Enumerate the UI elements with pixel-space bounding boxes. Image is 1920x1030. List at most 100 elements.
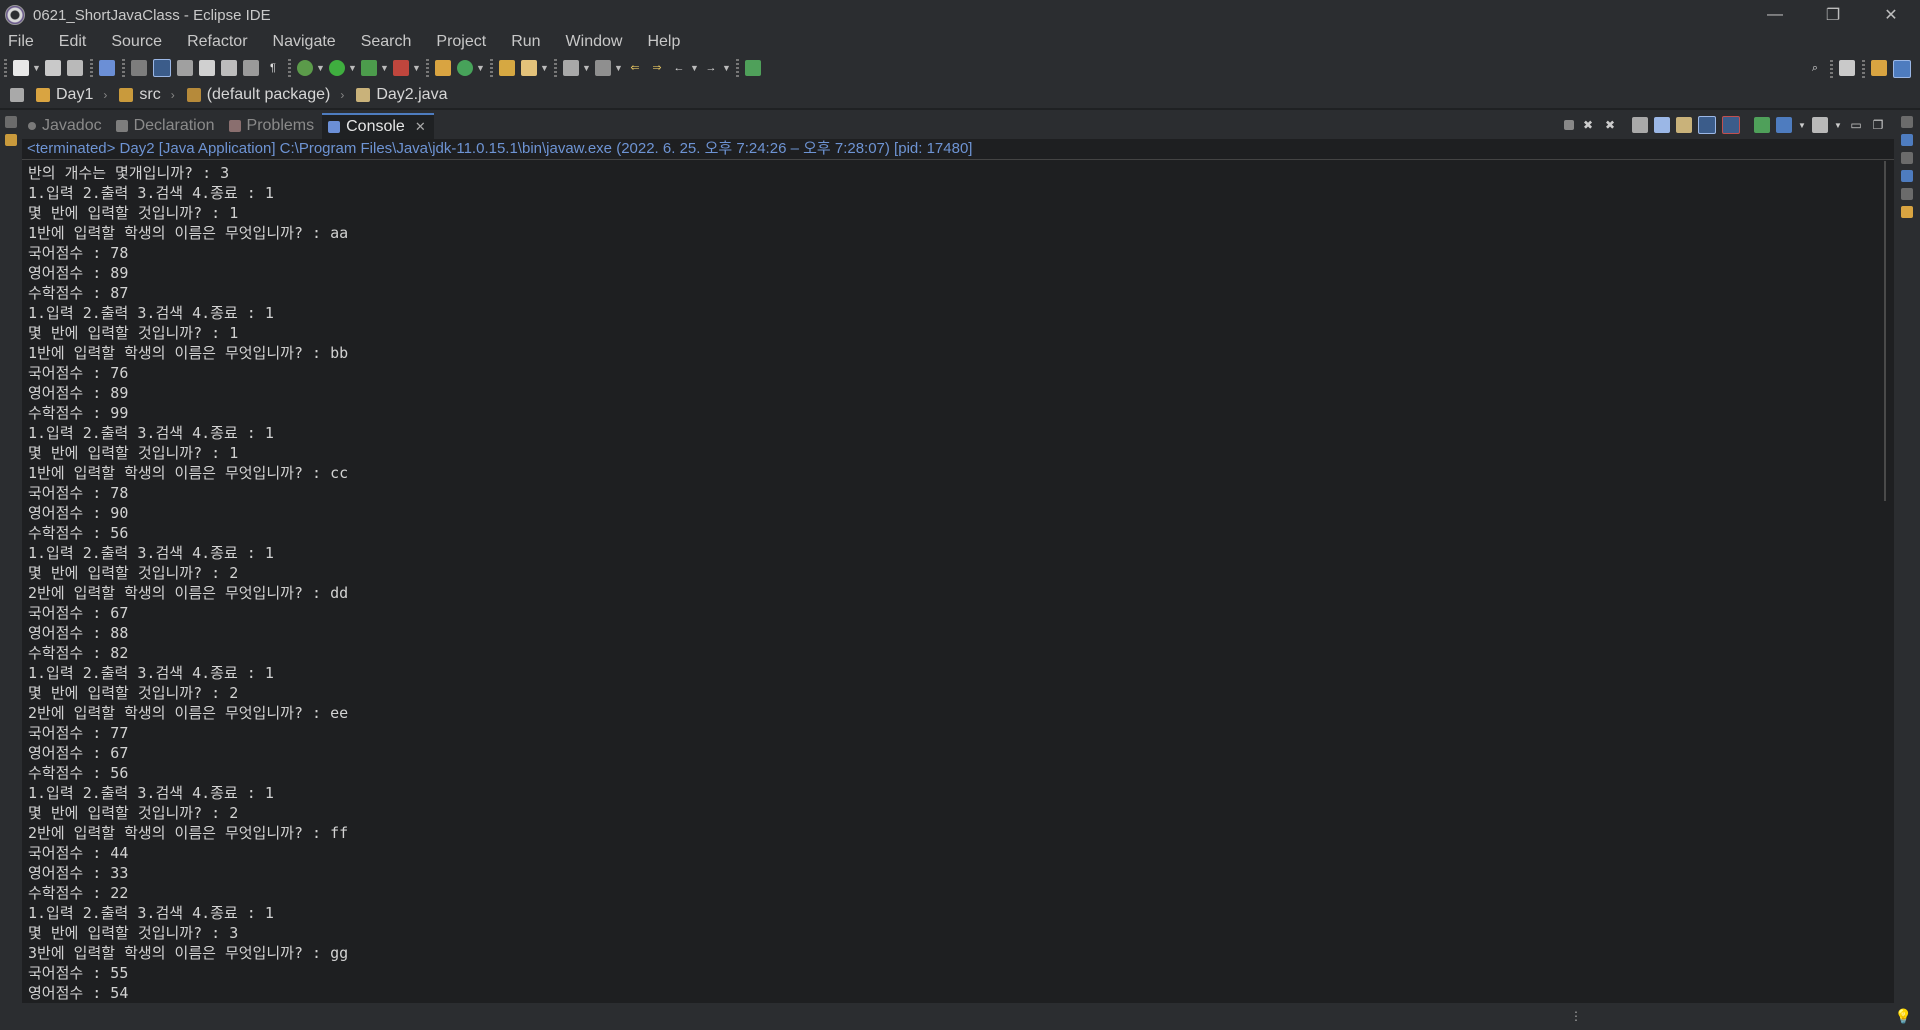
coverage-icon[interactable]	[361, 60, 377, 76]
toolbar-grip[interactable]	[4, 59, 7, 77]
save-all-icon[interactable]	[67, 60, 83, 76]
toolbar-grip[interactable]	[1862, 60, 1865, 78]
link-editor-icon[interactable]	[153, 59, 171, 77]
toolbar-grip[interactable]	[90, 59, 93, 77]
pen-icon[interactable]	[199, 60, 215, 76]
chevron-down-icon[interactable]: ▼	[380, 63, 389, 73]
toolbar-grip[interactable]	[1830, 60, 1833, 78]
external-tools-icon[interactable]	[393, 60, 409, 76]
terminal-icon[interactable]	[99, 60, 115, 76]
java-file-icon[interactable]	[1901, 206, 1913, 218]
chevron-down-icon[interactable]: ▼	[582, 63, 591, 73]
breadcrumb-package[interactable]: (default package)	[181, 86, 330, 104]
block-select-icon[interactable]	[221, 60, 237, 76]
minimize-button[interactable]: —	[1746, 0, 1804, 30]
package-explorer-icon[interactable]	[5, 134, 17, 146]
java-perspective-icon[interactable]	[1893, 60, 1911, 78]
open-console-icon[interactable]	[1812, 117, 1828, 133]
toolbar-grip[interactable]	[490, 59, 493, 77]
show-on-stderr-icon[interactable]	[1722, 116, 1740, 134]
minimize-view-icon[interactable]: ▭	[1848, 117, 1864, 133]
new-java-project-icon[interactable]	[435, 60, 451, 76]
outline-icon[interactable]	[1901, 134, 1913, 146]
skip-breakpoints-icon[interactable]	[131, 60, 147, 76]
breadcrumb-nav-icon[interactable]	[10, 88, 24, 102]
save-icon[interactable]	[45, 60, 61, 76]
new-class-icon[interactable]	[457, 60, 473, 76]
pilcrow-icon[interactable]: ¶	[265, 60, 281, 76]
open-type-icon[interactable]	[499, 60, 515, 76]
tab-javadoc[interactable]: Javadoc	[22, 113, 110, 139]
menu-project[interactable]: Project	[436, 33, 486, 51]
toolbar-grip[interactable]	[426, 59, 429, 77]
forward-edit-icon[interactable]: ⇒	[649, 60, 665, 76]
console-view[interactable]: <terminated> Day2 [Java Application] C:\…	[22, 139, 1894, 1003]
resource-perspective-icon[interactable]	[1871, 60, 1887, 76]
menu-source[interactable]: Source	[111, 33, 162, 51]
menu-refactor[interactable]: Refactor	[187, 33, 247, 51]
menu-run[interactable]: Run	[511, 33, 540, 51]
menu-navigate[interactable]: Navigate	[273, 33, 336, 51]
chevron-down-icon[interactable]: ▼	[316, 63, 325, 73]
breadcrumb-file[interactable]: Day2.java	[350, 86, 447, 104]
chevron-down-icon[interactable]: ▼	[722, 63, 731, 73]
menu-file[interactable]: File	[8, 33, 34, 51]
remove-launch-icon[interactable]: ✖	[1580, 117, 1596, 133]
last-edit-icon[interactable]: ⇐	[627, 60, 643, 76]
maximize-view-icon[interactable]: ❐	[1870, 117, 1886, 133]
search-tool-icon[interactable]	[521, 60, 537, 76]
toolbar-grip[interactable]	[122, 59, 125, 77]
back-arrow-icon[interactable]: ←	[671, 60, 687, 76]
tab-problems[interactable]: Problems	[223, 113, 323, 139]
chevron-down-icon[interactable]: ▼	[476, 63, 485, 73]
breadcrumb-folder[interactable]: src	[113, 86, 161, 104]
vertical-scrollbar[interactable]	[1884, 161, 1886, 501]
restore-view-icon[interactable]	[1901, 152, 1913, 164]
toolbar-grip[interactable]	[554, 59, 557, 77]
word-wrap-icon[interactable]	[1676, 117, 1692, 133]
pin-console-icon[interactable]	[1754, 117, 1770, 133]
chevron-down-icon[interactable]: ▼	[348, 63, 357, 73]
chevron-down-icon[interactable]: ▼	[690, 63, 699, 73]
debug-icon[interactable]	[297, 60, 313, 76]
scroll-lock-icon[interactable]	[1654, 117, 1670, 133]
restore-view-icon[interactable]	[1901, 188, 1913, 200]
close-icon[interactable]: ✕	[415, 119, 426, 135]
task-list-icon[interactable]	[1901, 170, 1913, 182]
new-icon[interactable]	[13, 60, 29, 76]
console-output[interactable]: 반의 개수는 몇개입니까? : 3 1.입력 2.출력 3.검색 4.종료 : 1…	[22, 160, 1894, 1003]
show-whitespace-icon[interactable]	[243, 60, 259, 76]
menu-edit[interactable]: Edit	[59, 33, 87, 51]
restore-view-icon[interactable]	[5, 116, 17, 128]
open-perspective-icon[interactable]	[1839, 60, 1855, 76]
toolbar-grip[interactable]	[288, 59, 291, 77]
next-annotation-icon[interactable]	[563, 60, 579, 76]
chevron-down-icon[interactable]: ▼	[1834, 117, 1842, 133]
previous-annotation-icon[interactable]	[595, 60, 611, 76]
chevron-down-icon[interactable]: ▼	[412, 63, 421, 73]
lightbulb-icon[interactable]: 💡	[1895, 1008, 1912, 1025]
comment-icon[interactable]	[177, 60, 193, 76]
chevron-down-icon[interactable]: ▼	[614, 63, 623, 73]
remove-all-terminated-icon[interactable]: ✖	[1602, 117, 1618, 133]
chevron-down-icon[interactable]: ▼	[32, 63, 41, 73]
search-icon[interactable]: ⌕	[1807, 60, 1823, 76]
close-window-button[interactable]: ✕	[1862, 0, 1920, 30]
open-console-icon[interactable]	[745, 60, 761, 76]
menu-help[interactable]: Help	[647, 33, 680, 51]
tab-console[interactable]: Console ✕	[322, 113, 434, 139]
breadcrumb-project[interactable]: Day1	[30, 86, 93, 104]
menu-window[interactable]: Window	[566, 33, 623, 51]
chevron-down-icon[interactable]: ▼	[1798, 117, 1806, 133]
forward-arrow-icon[interactable]: →	[703, 60, 719, 76]
menu-search[interactable]: Search	[361, 33, 412, 51]
restore-view-icon[interactable]	[1901, 116, 1913, 128]
chevron-down-icon[interactable]: ▼	[540, 63, 549, 73]
tab-declaration[interactable]: Declaration	[110, 113, 223, 139]
show-on-stdout-icon[interactable]	[1698, 116, 1716, 134]
run-icon[interactable]	[329, 60, 345, 76]
toolbar-grip[interactable]	[736, 59, 739, 77]
display-console-icon[interactable]	[1776, 117, 1792, 133]
clear-console-icon[interactable]	[1632, 117, 1648, 133]
restore-button[interactable]: ❐	[1804, 0, 1862, 30]
